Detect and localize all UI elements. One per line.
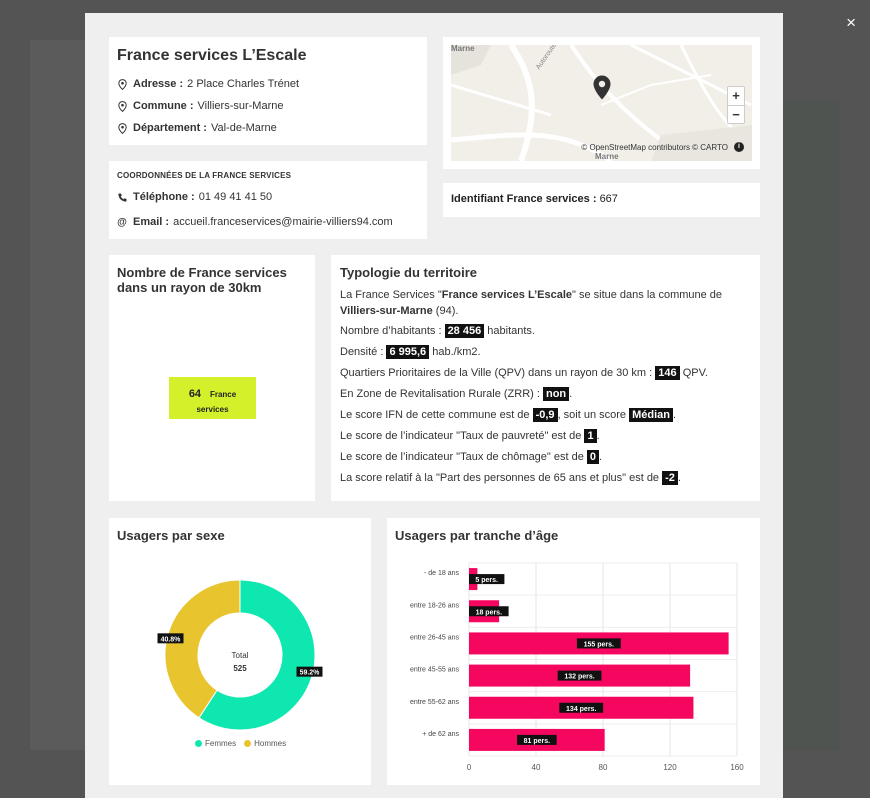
typology-ifn: Le score IFN de cette commune est de -0,… — [340, 408, 677, 422]
departement-value: Val-de-Marne — [210, 122, 277, 134]
y-category-label: entre 18-26 ans — [410, 602, 460, 609]
x-tick-label: 80 — [599, 763, 608, 772]
y-category-label: entre 55-62 ans — [410, 699, 460, 706]
donut-center-value: 525 — [233, 664, 247, 673]
phone-label: Téléphone : — [133, 191, 195, 203]
typology-qpv: Quartiers Prioritaires de la Ville (QPV)… — [340, 366, 708, 380]
identifier-value: 667 — [599, 193, 618, 205]
svg-text:134 pers.: 134 pers. — [566, 706, 596, 713]
legend-label: Femmes — [205, 739, 237, 748]
typology-title: Typologie du territoire — [340, 265, 477, 280]
donut-value-label: 59.2% — [296, 666, 323, 677]
bar-value-label: 18 pers. — [469, 606, 509, 617]
svg-text:18 pers.: 18 pers. — [476, 609, 503, 616]
zoom-out-button[interactable]: − — [728, 105, 744, 123]
svg-text:59.2%: 59.2% — [300, 670, 321, 677]
coordinates-card: COORDONNÉES DE LA FRANCE SERVICES Téléph… — [109, 161, 427, 239]
legend-swatch — [195, 740, 202, 747]
map-label: Marne — [451, 45, 475, 53]
age-bar-chart: 0 40 80 120 160 - de 18 ans 5 pers. entre 18-26… — [410, 562, 744, 772]
email-label: Email : — [133, 216, 170, 228]
address-label: Adresse : — [133, 78, 184, 90]
france-services-modal: France services L’Escale Adresse : 2 Pla… — [85, 13, 783, 798]
typology-card: Typologie du territoire La France Servic… — [331, 255, 760, 501]
typology-age-65: La score relatif à la "Part des personne… — [340, 471, 681, 485]
bar-value-label: 132 pers. — [557, 670, 602, 681]
bar-value-label: 5 pers. — [469, 574, 505, 585]
typology-density: Densité : 6 995,6 hab./km2. — [340, 345, 481, 359]
y-category-label: - de 18 ans — [424, 570, 460, 577]
legend-item-femmes[interactable]: Femmes — [195, 739, 236, 748]
phone-value[interactable]: 01 49 41 41 50 — [199, 191, 272, 203]
map-zoom-control: + − — [727, 86, 745, 124]
svg-text:132 pers.: 132 pers. — [564, 674, 594, 681]
close-icon[interactable]: × — [846, 14, 856, 31]
bar-value-label: 134 pers. — [559, 702, 604, 713]
address-row: Adresse : 2 Place Charles Trénet — [117, 78, 419, 90]
phone-row: Téléphone : 01 49 41 41 50 — [117, 191, 419, 203]
typology-poverty: Le score de l’indicateur "Taux de pauvre… — [340, 429, 600, 443]
info-icon[interactable]: i — [734, 142, 744, 152]
typology-commune-text: La France Services "France services L’Es… — [340, 289, 723, 317]
sex-chart-card: Usagers par sexe 59.2% 40.8% Total 525 Femm… — [109, 518, 371, 785]
location-pin-icon — [117, 122, 127, 134]
nearby-count-value: 64 — [188, 388, 202, 400]
svg-text:40.8%: 40.8% — [161, 636, 182, 643]
departement-row: Département : Val-de-Marne — [117, 122, 419, 134]
phone-icon — [117, 191, 127, 203]
typology-unemployment: Le score de l’indicateur "Taux de chômag… — [340, 450, 603, 464]
location-pin-icon — [117, 100, 127, 112]
commune-row: Commune : Villiers-sur-Marne — [117, 100, 419, 112]
identifier-label: Identifiant France services : — [451, 193, 597, 205]
email-value[interactable]: accueil.franceservices@mairie-villiers94… — [173, 216, 393, 228]
identifier-card: Identifiant France services : 667 — [443, 183, 760, 217]
typology-inhabitants: Nombre d’habitants : 28 456 habitants. — [340, 324, 535, 338]
nearby-count-badge: 64 France services — [169, 377, 256, 419]
commune-label: Commune : — [133, 100, 194, 112]
bar-value-label: 155 pers. — [576, 638, 621, 648]
at-sign-icon: @ — [117, 216, 127, 228]
nearby-count-title: Nombre de France services dans un rayon … — [117, 265, 287, 295]
nearby-count-card: Nombre de France services dans un rayon … — [109, 255, 315, 501]
donut-value-label: 40.8% — [157, 633, 184, 644]
donut-center-label: Total — [232, 651, 249, 660]
x-tick-label: 40 — [532, 763, 541, 772]
zoom-in-button[interactable]: + — [728, 87, 744, 105]
x-tick-label: 160 — [730, 763, 744, 772]
map-attribution-text[interactable]: © OpenStreetMap contributors © CARTO — [581, 143, 728, 152]
legend-label: Hommes — [254, 739, 287, 748]
svg-text:155 pers.: 155 pers. — [584, 641, 614, 648]
coordinates-title: COORDONNÉES DE LA FRANCE SERVICES — [117, 171, 292, 180]
departement-label: Département : — [133, 122, 207, 134]
sex-chart-legend: Femmes Hommes — [195, 739, 286, 748]
svg-text:81 pers.: 81 pers. — [524, 738, 551, 745]
y-category-label: entre 26-45 ans — [410, 634, 460, 641]
location-map[interactable]: Marne Autoroute de l’Est Marne + − © Ope… — [451, 45, 752, 161]
map-marker-icon[interactable] — [593, 75, 611, 105]
bar-value-label: 81 pers. — [517, 734, 557, 745]
header-card: France services L’Escale Adresse : 2 Pla… — [109, 37, 427, 145]
page-title: France services L’Escale — [117, 47, 307, 64]
location-pin-icon — [117, 78, 127, 90]
x-tick-label: 0 — [467, 763, 472, 772]
age-chart-card: Usagers par tranche d’âge 0 40 80 120 160- d… — [387, 518, 760, 785]
y-category-label: entre 45-55 ans — [410, 667, 460, 674]
svg-text:5 pers.: 5 pers. — [475, 577, 498, 584]
typology-zrr: En Zone de Revitalisation Rurale (ZRR) :… — [340, 387, 573, 401]
email-row: @ Email : accueil.franceservices@mairie-… — [117, 216, 419, 228]
x-tick-label: 120 — [663, 763, 677, 772]
legend-item-hommes[interactable]: Hommes — [244, 739, 286, 748]
commune-value: Villiers-sur-Marne — [197, 100, 284, 112]
legend-swatch — [244, 740, 252, 747]
y-category-label: + de 62 ans — [422, 731, 459, 738]
map-label: Marne — [595, 152, 619, 161]
nearby-count-label-b: services — [196, 405, 229, 414]
map-card: Marne Autoroute de l’Est Marne + − © Ope… — [443, 37, 760, 169]
map-attribution: © OpenStreetMap contributors © CARTO i — [581, 142, 744, 152]
address-value: 2 Place Charles Trénet — [187, 78, 300, 90]
nearby-count-label-a: France — [209, 390, 237, 399]
